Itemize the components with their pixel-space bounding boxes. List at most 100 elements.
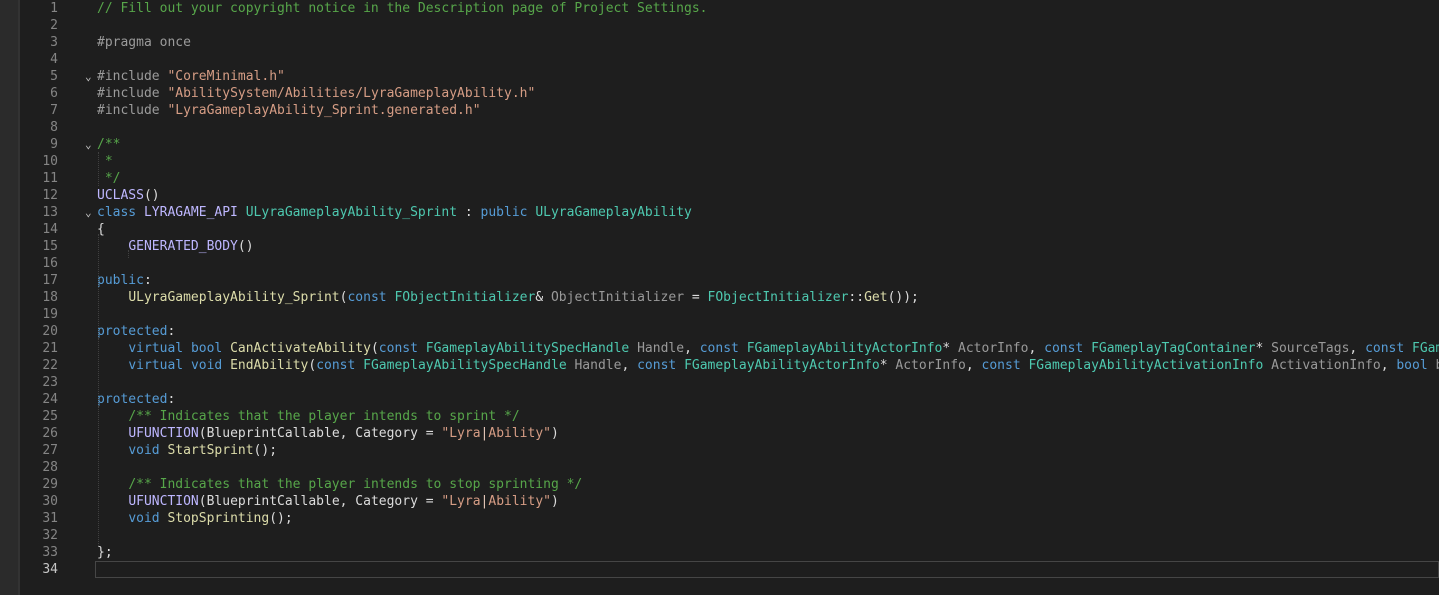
line-number: 4 [50,52,58,67]
code-line[interactable]: 14{ [0,221,1439,238]
line-number: 32 [42,528,58,543]
code-line[interactable]: 27 void StartSprint(); [0,442,1439,459]
code-text[interactable]: virtual void EndAbility(const FGameplayA… [97,357,1439,374]
code-text[interactable]: protected: [97,391,175,408]
code-token: : [167,324,176,339]
code-token: const [347,290,395,305]
code-token: & [535,290,551,305]
code-editor[interactable]: 1 // Fill out your copyright notice in th… [0,0,1439,595]
code-line[interactable]: 29 /** Indicates that the player intends… [0,476,1439,493]
code-token: StartSprint [167,443,254,458]
fold-toggle-icon[interactable]: ⌄ [85,204,97,221]
code-text[interactable]: void StartSprint(); [97,442,277,459]
code-token: ()); [887,290,919,305]
code-line[interactable]: 1 // Fill out your copyright notice in th… [0,0,1439,17]
comment-indent-guide [98,152,99,186]
code-line[interactable]: 7 #include "LyraGameplayAbility_Sprint.ge… [0,102,1439,119]
code-line[interactable]: 10 * [0,153,1439,170]
code-token: #pragma once [97,35,191,50]
code-token: const [316,358,364,373]
code-line[interactable]: 15 GENERATED_BODY() [0,238,1439,255]
code-line[interactable]: 3 #pragma once [0,34,1439,51]
code-text[interactable]: UFUNCTION(BlueprintCallable, Category = … [97,493,559,510]
code-line[interactable]: 21 virtual bool CanActivateAbility(const… [0,340,1439,357]
code-line[interactable]: 13 ⌄ class LYRAGAME_API ULyraGameplayAbili… [0,204,1439,221]
code-line[interactable]: 11 */ [0,170,1439,187]
code-line[interactable]: 25 /** Indicates that the player intends… [0,408,1439,425]
code-line[interactable]: 4 [0,51,1439,68]
code-text[interactable]: virtual bool CanActivateAbility(const FG… [97,340,1439,357]
code-line[interactable]: 18 ULyraGameplayAbility_Sprint(const FOb… [0,289,1439,306]
code-text[interactable]: }; [97,544,113,561]
code-text[interactable]: #include "CoreMinimal.h" [97,68,285,85]
code-line[interactable]: 30 UFUNCTION(BlueprintCallable, Category… [0,493,1439,510]
code-token: void [190,358,231,373]
code-line[interactable]: 6 #include "AbilitySystem/Abilities/LyraG… [0,85,1439,102]
code-line[interactable]: 8 [0,119,1439,136]
code-token: FGameplayAbilitySpecHandle [425,341,630,356]
line-number: 5 [50,69,58,84]
code-token: void [128,511,168,526]
code-text[interactable]: UFUNCTION(BlueprintCallable, Category = … [97,425,559,442]
code-line[interactable]: 33}; [0,544,1439,561]
code-token: bool [190,341,231,356]
line-number: 31 [42,511,58,526]
code-line[interactable]: 19 [0,306,1439,323]
fold-toggle-icon[interactable]: ⌄ [85,68,97,85]
code-text[interactable]: #include "AbilitySystem/Abilities/LyraGa… [97,85,535,102]
code-token: Get [864,290,888,305]
code-text[interactable]: protected: [97,323,175,340]
code-line[interactable]: 9 ⌄/** [0,136,1439,153]
code-token: ULyraGameplayAbility [535,205,692,220]
code-line[interactable]: 22 virtual void EndAbility(const FGamepl… [0,357,1439,374]
code-token: */ [97,171,121,186]
code-line[interactable]: 12 UCLASS() [0,187,1439,204]
code-token: () [237,239,254,254]
line-number: 12 [42,188,58,203]
code-line[interactable]: 5 ⌄ #include "CoreMinimal.h" [0,68,1439,85]
code-text[interactable]: public: [97,272,152,289]
code-token: , [965,358,982,373]
code-token: StopSprinting [167,511,270,526]
code-text[interactable]: void StopSprinting(); [97,510,292,527]
code-token: : [457,205,481,220]
code-line[interactable]: 28 [0,459,1439,476]
code-token: /** Indicates that the player intends to… [128,477,583,492]
line-number: 11 [42,171,58,186]
code-text[interactable]: class LYRAGAME_API ULyraGameplayAbility_… [97,204,692,221]
code-line[interactable]: 26 UFUNCTION(BlueprintCallable, Category… [0,425,1439,442]
code-text[interactable]: ULyraGameplayAbility_Sprint(const FObjec… [97,289,919,306]
code-token: , [684,341,700,356]
code-token: :: [848,290,865,305]
code-token: /** Indicates that the player intends to… [128,409,520,424]
code-line[interactable]: 24 protected: [0,391,1439,408]
code-text[interactable]: GENERATED_BODY() [97,238,254,255]
line-number: 3 [50,35,58,50]
protected-indent-guide [98,338,99,378]
code-text[interactable]: * [97,153,113,170]
code-text[interactable]: // Fill out your copyright notice in the… [97,0,707,17]
line-number: 8 [50,120,58,135]
code-line[interactable]: 16 [0,255,1439,272]
code-text[interactable]: */ [97,170,121,187]
code-text[interactable]: /** [97,136,120,153]
code-token: FGameplayAbilityActorInfo [684,358,880,373]
code-text[interactable]: /** Indicates that the player intends to… [97,408,520,425]
code-line[interactable]: 23 [0,374,1439,391]
code-text[interactable]: UCLASS() [97,187,160,204]
code-line[interactable]: 2 [0,17,1439,34]
code-line[interactable]: 31 void StopSprinting(); [0,510,1439,527]
code-text[interactable]: #include "LyraGameplayAbility_Sprint.gen… [97,102,481,119]
line-number: 18 [42,290,58,305]
code-token: Ability" [488,494,551,509]
code-text[interactable]: /** Indicates that the player intends to… [97,476,582,493]
code-line[interactable]: 17 public: [0,272,1439,289]
fold-toggle-icon[interactable]: ⌄ [85,136,97,153]
code-line[interactable]: 32 [0,527,1439,544]
line-number: 21 [42,341,58,356]
code-line[interactable]: 20 protected: [0,323,1439,340]
code-text[interactable]: #pragma once [97,34,191,51]
